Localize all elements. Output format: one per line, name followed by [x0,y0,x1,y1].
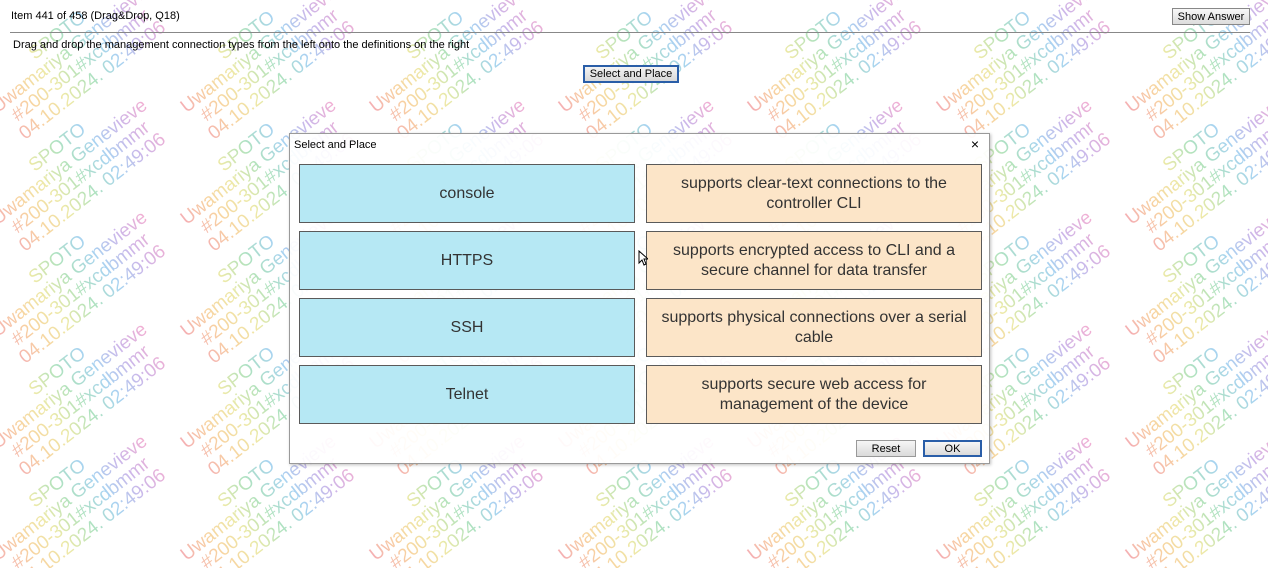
watermark-tile: SPOTOUwamariya Genevieve#200-301#xcdbmmr… [1111,418,1268,568]
dialog-title: Select and Place [294,139,377,151]
watermark-tile: SPOTOUwamariya Genevieve#200-301#xcdbmmr… [0,194,173,371]
target-definition-1[interactable]: supports clear-text connections to the c… [646,164,982,223]
target-definition-3[interactable]: supports physical connections over a ser… [646,298,982,357]
watermark-tile: SPOTOUwamariya Genevieve#200-301#xcdbmmr… [0,418,173,568]
watermark-tile: SPOTOUwamariya Genevieve#200-301#xcdbmmr… [0,82,173,259]
target-definition-4[interactable]: supports secure web access for managemen… [646,365,982,424]
reset-button[interactable]: Reset [856,440,916,457]
watermark-tile: SPOTOUwamariya Genevieve#200-301#xcdbmmr… [1111,194,1268,371]
select-and-place-button[interactable]: Select and Place [583,65,679,83]
ok-button[interactable]: OK [923,440,982,457]
watermark-tile: SPOTOUwamariya Genevieve#200-301#xcdbmmr… [0,306,173,483]
select-and-place-dialog: Select and Place × console HTTPS SSH Tel… [289,133,990,464]
source-item-ssh[interactable]: SSH [299,298,635,357]
watermark-tile: SPOTOUwamariya Genevieve#200-301#xcdbmmr… [922,0,1119,146]
item-counter: Item 441 of 458 (Drag&Drop, Q18) [11,10,180,22]
watermark-tile: SPOTOUwamariya Genevieve#200-301#xcdbmmr… [1111,306,1268,483]
show-answer-button[interactable]: Show Answer [1172,8,1250,25]
watermark-tile: SPOTOUwamariya Genevieve#200-301#xcdbmmr… [733,0,930,146]
source-item-telnet[interactable]: Telnet [299,365,635,424]
target-definition-2[interactable]: supports encrypted access to CLI and a s… [646,231,982,290]
source-item-console[interactable]: console [299,164,635,223]
header-divider [10,32,1250,33]
watermark-tile: SPOTOUwamariya Genevieve#200-301#xcdbmmr… [166,0,363,146]
watermark-tile: SPOTOUwamariya Genevieve#200-301#xcdbmmr… [1111,82,1268,259]
mouse-cursor-icon [638,250,648,266]
source-item-https[interactable]: HTTPS [299,231,635,290]
question-instructions: Drag and drop the management connection … [13,39,470,51]
watermark-tile: SPOTOUwamariya Genevieve#200-301#xcdbmmr… [355,0,552,146]
close-icon[interactable]: × [968,137,982,151]
